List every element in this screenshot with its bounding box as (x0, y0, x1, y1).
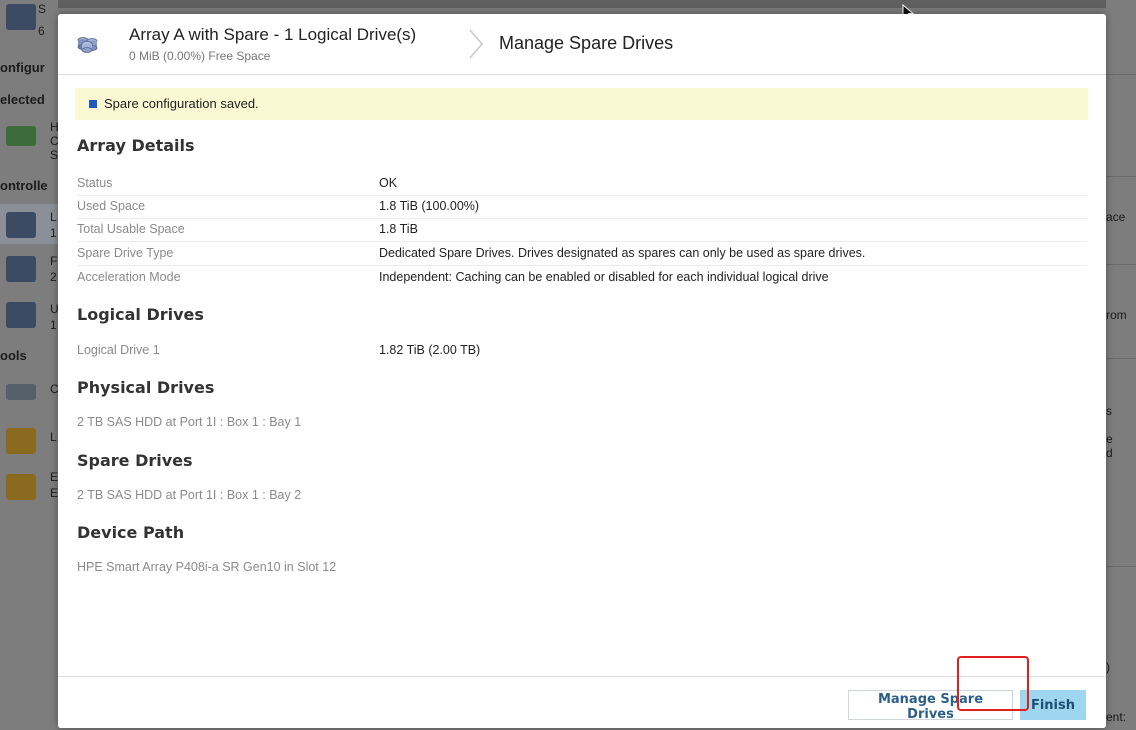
device-path-heading: Device Path (77, 523, 185, 542)
physical-drives-heading: Physical Drives (77, 378, 215, 397)
bg-fragment: 1 (50, 318, 57, 332)
bg-fragment: ontrolle (0, 178, 48, 193)
notice-text: Spare configuration saved. (104, 96, 259, 111)
detail-row-acceleration-mode: Acceleration Mode Independent: Caching c… (77, 266, 1087, 289)
bg-fragment: ent: (1106, 710, 1127, 724)
bg-fragment: E (50, 486, 58, 500)
bg-fragment: L (50, 430, 57, 444)
bg-fragment: e (1106, 432, 1113, 446)
detail-row-status: Status OK (77, 172, 1087, 196)
detail-row-spare-drive-type: Spare Drive Type Dedicated Spare Drives.… (77, 242, 1087, 266)
bg-fragment: C (50, 382, 58, 396)
manage-spare-drives-button[interactable]: Manage Spare Drives (848, 690, 1013, 722)
bg-fragment: ools (0, 348, 27, 363)
detail-key: Status (77, 176, 113, 190)
bg-fragment: F (50, 254, 58, 268)
bg-fragment: ) (1106, 660, 1110, 674)
bg-fragment: C (50, 134, 58, 148)
unassigned-drives-icon (6, 302, 36, 328)
array-icon (6, 212, 36, 238)
bg-fragment: rom (1106, 308, 1127, 322)
detail-key: Used Space (77, 199, 146, 213)
drive-bay-icon (6, 256, 36, 282)
bg-fragment: H (50, 120, 58, 134)
detail-row-used-space: Used Space 1.8 TiB (100.00%) (77, 195, 1087, 219)
bg-fragment: 1 (50, 226, 57, 240)
bg-fragment: s (1106, 404, 1112, 418)
detail-value: 1.8 TiB (379, 222, 418, 236)
dialog-header: Array A with Spare - 1 Logical Drive(s) … (58, 14, 1106, 75)
info-square-icon (89, 100, 97, 108)
bg-divider (1106, 566, 1136, 567)
detail-value: 1.8 TiB (100.00%) (379, 199, 480, 213)
bg-fragment: ace (1106, 210, 1126, 224)
dialog-footer: Manage Spare Drives Finish (58, 676, 1106, 728)
disk-tool-icon (6, 384, 36, 400)
background-right-panel: ace rom s e d ) ent: (1106, 0, 1136, 730)
background-top-bar (0, 0, 1136, 8)
detail-key: Spare Drive Type (77, 246, 174, 260)
array-details-heading: Array Details (77, 136, 195, 155)
detail-key: Total Usable Space (77, 222, 185, 236)
bg-fragment: S (50, 148, 58, 162)
bg-fragment: onfigur (0, 60, 45, 75)
controller-card-icon (6, 126, 36, 146)
page-title: Manage Spare Drives (499, 33, 674, 53)
bg-divider (1106, 176, 1136, 177)
array-title: Array A with Spare - 1 Logical Drive(s) (129, 25, 417, 44)
finish-button[interactable]: Finish (1020, 690, 1086, 720)
bg-fragment: elected (0, 92, 45, 107)
lock-icon (6, 474, 36, 500)
detail-value: Dedicated Spare Drives. Drives designate… (379, 246, 866, 260)
logical-drive-name: Logical Drive 1 (77, 343, 160, 357)
bg-divider (1106, 264, 1136, 265)
detail-key: Acceleration Mode (77, 270, 181, 284)
detail-value: OK (379, 176, 398, 190)
array-free-space: 0 MiB (0.00%) Free Space (129, 49, 271, 63)
bg-fragment: S (38, 2, 47, 16)
spare-drives-heading: Spare Drives (77, 451, 193, 470)
array-icon (77, 37, 98, 53)
detail-row-total-usable-space: Total Usable Space 1.8 TiB (77, 218, 1087, 242)
bg-fragment: 6 (38, 24, 45, 38)
server-icon (6, 4, 36, 30)
device-path-value: HPE Smart Array P408i-a SR Gen10 in Slot… (77, 560, 337, 574)
bg-divider (1106, 74, 1136, 75)
manage-spare-drives-dialog: Array A with Spare - 1 Logical Drive(s) … (58, 14, 1106, 728)
breadcrumb-chevron-icon (469, 29, 483, 59)
background-left-panel: S 6 onfigur elected H C S ontrolle L 1 F… (0, 0, 58, 730)
logical-drives-heading: Logical Drives (77, 305, 204, 324)
success-notice: Spare configuration saved. (75, 88, 1088, 120)
detail-value: Independent: Caching can be enabled or d… (379, 270, 829, 284)
physical-drive-item: 2 TB SAS HDD at Port 1I : Box 1 : Bay 1 (77, 415, 302, 429)
bg-fragment: 2 (50, 270, 57, 284)
bg-fragment: U (50, 302, 58, 316)
dialog-body: Spare configuration saved. Array Details… (58, 75, 1106, 675)
bg-divider (1106, 358, 1136, 359)
logical-drive-size: 1.82 TiB (2.00 TB) (379, 343, 481, 357)
bg-fragment: E (50, 470, 58, 484)
spare-drive-item: 2 TB SAS HDD at Port 1I : Box 1 : Bay 2 (77, 488, 302, 502)
bg-fragment: L (50, 210, 57, 224)
lock-icon (6, 428, 36, 454)
bg-fragment: d (1106, 446, 1113, 460)
